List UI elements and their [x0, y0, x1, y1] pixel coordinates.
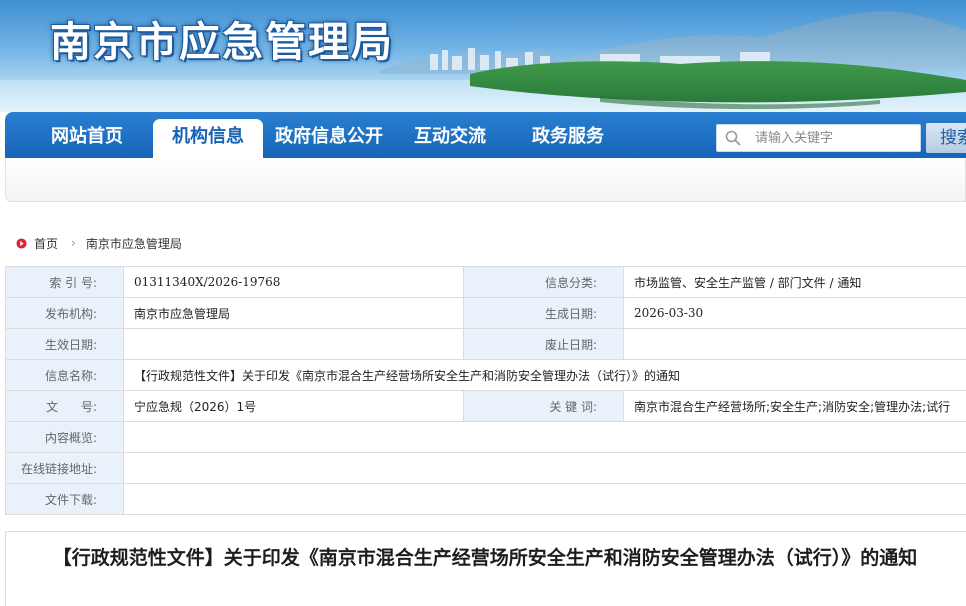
expired-date-label: 废止日期: [464, 329, 624, 360]
document-info-table: 索 引 号: 01311340X/2026-19768 信息分类: 市场监管、安… [5, 266, 966, 515]
category-label: 信息分类: [464, 267, 624, 298]
breadcrumb-current[interactable]: 南京市应急管理局 [86, 235, 182, 252]
table-row: 在线链接地址: [6, 453, 966, 484]
search-button[interactable]: 搜索 [926, 123, 966, 153]
doc-no-value: 宁应急规（2026）1号 [124, 391, 464, 422]
info-name-value: 【行政规范性文件】关于印发《南京市混合生产经营场所安全生产和消防安全管理办法（试… [124, 360, 966, 391]
search-input[interactable] [755, 127, 915, 149]
created-date-value: 2026-03-30 [624, 298, 966, 329]
nav-interaction[interactable]: 互动交流 [400, 112, 500, 158]
article-title: 【行政规范性文件】关于印发《南京市混合生产经营场所安全生产和消防安全管理办法（试… [6, 544, 946, 572]
home-arrow-icon [16, 238, 27, 249]
table-row: 文件下载: [6, 484, 966, 515]
table-row: 内容概览: [6, 422, 966, 453]
sub-nav-bar [5, 158, 966, 202]
effective-date-value [124, 329, 464, 360]
search-icon [725, 130, 741, 146]
info-name-label: 信息名称: [6, 360, 124, 391]
index-no-value: 01311340X/2026-19768 [124, 267, 464, 298]
chevron-right-icon: › [71, 236, 76, 250]
online-link-value[interactable] [124, 453, 966, 484]
publisher-label: 发布机构: [6, 298, 124, 329]
publisher-value: 南京市应急管理局 [124, 298, 464, 329]
site-banner: 南京市应急管理局 [0, 0, 966, 112]
site-title[interactable]: 南京市应急管理局 [50, 8, 394, 68]
keywords-label: 关 键 词: [464, 391, 624, 422]
nav-government-services[interactable]: 政务服务 [518, 112, 618, 158]
table-row: 文 号: 宁应急规（2026）1号 关 键 词: 南京市混合生产经营场所;安全生… [6, 391, 966, 422]
keywords-value: 南京市混合生产经营场所;安全生产;消防安全;管理办法;试行 [624, 391, 966, 422]
search-box [716, 124, 921, 152]
category-value: 市场监管、安全生产监管 / 部门文件 / 通知 [624, 267, 966, 298]
main-nav: 网站首页 机构信息 政府信息公开 互动交流 政务服务 搜索 [5, 112, 966, 158]
summary-label: 内容概览: [6, 422, 124, 453]
nav-government-disclosure[interactable]: 政府信息公开 [269, 112, 389, 158]
breadcrumb: 首页 › 南京市应急管理局 [16, 233, 182, 253]
expired-date-value [624, 329, 966, 360]
effective-date-label: 生效日期: [6, 329, 124, 360]
table-row: 信息名称: 【行政规范性文件】关于印发《南京市混合生产经营场所安全生产和消防安全… [6, 360, 966, 391]
nav-organization-info[interactable]: 机构信息 [153, 119, 263, 158]
online-link-label: 在线链接地址: [6, 453, 124, 484]
created-date-label: 生成日期: [464, 298, 624, 329]
breadcrumb-home[interactable]: 首页 [34, 235, 58, 252]
table-row: 发布机构: 南京市应急管理局 生成日期: 2026-03-30 [6, 298, 966, 329]
doc-no-label: 文 号: [6, 391, 124, 422]
table-row: 生效日期: 废止日期: [6, 329, 966, 360]
article-container: 【行政规范性文件】关于印发《南京市混合生产经营场所安全生产和消防安全管理办法（试… [5, 531, 966, 606]
table-row: 索 引 号: 01311340X/2026-19768 信息分类: 市场监管、安… [6, 267, 966, 298]
index-no-label: 索 引 号: [6, 267, 124, 298]
file-download-value[interactable] [124, 484, 966, 515]
nav-home[interactable]: 网站首页 [27, 112, 147, 158]
summary-value [124, 422, 966, 453]
file-download-label: 文件下载: [6, 484, 124, 515]
